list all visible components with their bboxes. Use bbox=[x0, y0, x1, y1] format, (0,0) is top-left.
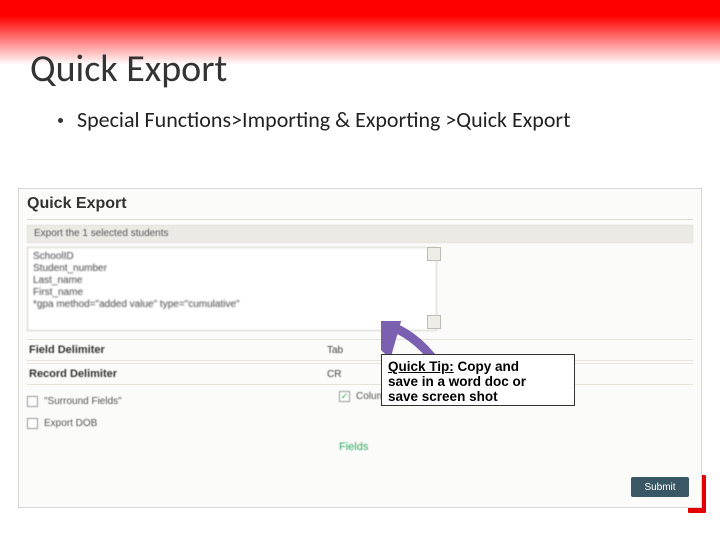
checkbox-icon[interactable]: ✓ bbox=[339, 391, 350, 402]
checkbox-icon[interactable] bbox=[27, 418, 38, 429]
selection-banner: Export the 1 selected students bbox=[27, 225, 693, 243]
tip-text: save screen shot bbox=[388, 389, 498, 404]
export-dob-label: Export DOB bbox=[44, 418, 97, 429]
field-delimiter-row: Field Delimiter Tab bbox=[27, 339, 693, 361]
record-delimiter-row: Record Delimiter CR bbox=[27, 363, 693, 385]
checkbox-icon[interactable] bbox=[27, 396, 38, 407]
export-dob-option[interactable]: Export DOB bbox=[27, 413, 97, 433]
field-line: Last_name bbox=[33, 275, 431, 287]
field-delimiter-value[interactable]: Tab bbox=[327, 345, 377, 356]
record-delimiter-label: Record Delimiter bbox=[27, 368, 327, 380]
breadcrumb-bullet: Special Functions>Importing & Exporting … bbox=[58, 106, 570, 133]
bullet-dot-icon bbox=[58, 118, 63, 123]
scroll-up-icon[interactable] bbox=[427, 247, 441, 261]
record-delimiter-value[interactable]: CR bbox=[327, 369, 377, 380]
surround-fields-label: "Surround Fields" bbox=[44, 396, 122, 407]
tip-title: Quick Tip: bbox=[388, 359, 454, 374]
field-line: SchoolID bbox=[33, 251, 431, 263]
divider bbox=[27, 219, 693, 220]
scroll-down-icon[interactable] bbox=[427, 315, 441, 329]
field-delimiter-label: Field Delimiter bbox=[27, 344, 327, 356]
slide-title: Quick Export bbox=[30, 46, 227, 92]
breadcrumb-text: Special Functions>Importing & Exporting … bbox=[77, 106, 570, 133]
tip-text: Copy and bbox=[454, 359, 519, 374]
fields-link[interactable]: Fields bbox=[339, 441, 368, 453]
tip-text: save in a word doc or bbox=[388, 374, 526, 389]
screenshot-panel: Quick Export Export the 1 selected stude… bbox=[18, 188, 702, 508]
panel-heading: Quick Export bbox=[27, 195, 127, 213]
field-line: *gpa method="added value" type="cumulati… bbox=[33, 299, 431, 311]
field-line: First_name bbox=[33, 287, 431, 299]
slide: Quick Export Special Functions>Importing… bbox=[0, 0, 720, 540]
fields-textarea[interactable]: SchoolID Student_number Last_name First_… bbox=[27, 247, 437, 331]
surround-fields-option[interactable]: "Surround Fields" bbox=[27, 391, 122, 411]
field-line: Student_number bbox=[33, 263, 431, 275]
quick-tip-callout: Quick Tip: Copy and save in a word doc o… bbox=[381, 354, 575, 406]
submit-button[interactable]: Submit bbox=[631, 477, 689, 497]
